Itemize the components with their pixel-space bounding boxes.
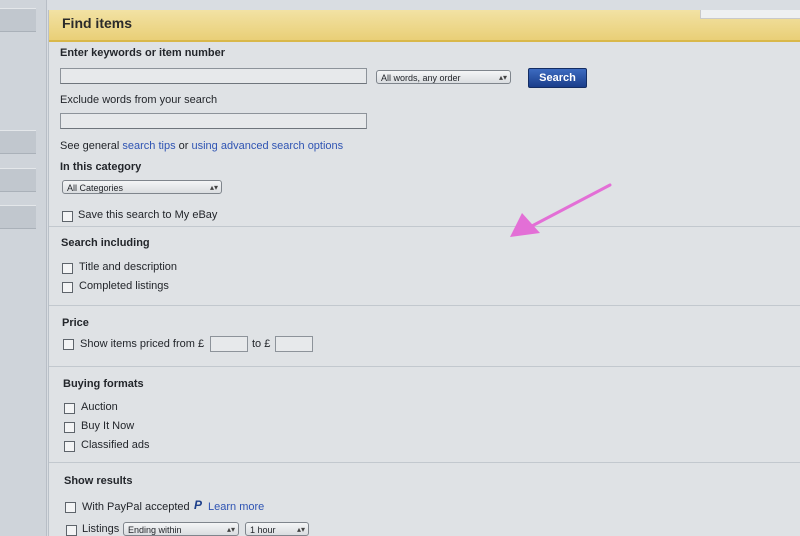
- left-sidebar: [0, 0, 47, 536]
- sidebar-tab[interactable]: [0, 168, 36, 192]
- category-select[interactable]: All Categories ▴▾: [62, 180, 222, 194]
- tips-prefix: See general: [60, 140, 120, 152]
- auction-checkbox[interactable]: [64, 403, 75, 414]
- completed-listings-label: Completed listings: [79, 280, 169, 292]
- show-results-heading: Show results: [64, 475, 133, 487]
- completed-listings-checkbox[interactable]: [62, 282, 73, 293]
- section-divider: [49, 462, 800, 463]
- paypal-checkbox[interactable]: [65, 502, 76, 513]
- search-button[interactable]: Search: [528, 68, 587, 88]
- price-from-input[interactable]: [210, 336, 248, 352]
- advanced-search-link[interactable]: using advanced search options: [192, 140, 344, 152]
- auction-label: Auction: [81, 401, 118, 413]
- sidebar-tab[interactable]: [0, 130, 36, 154]
- exclude-input[interactable]: [60, 113, 367, 129]
- tips-middle: or: [178, 140, 189, 152]
- exclude-label: Exclude words from your search: [60, 94, 218, 106]
- select-arrows-icon: ▴▾: [296, 525, 305, 534]
- listings-checkbox[interactable]: [66, 525, 77, 536]
- price-to-input[interactable]: [275, 336, 313, 352]
- panel-header: Find items: [49, 10, 800, 42]
- sidebar-tab[interactable]: [0, 205, 36, 229]
- keywords-label: Enter keywords or item number: [60, 47, 226, 59]
- price-from-label: Show items priced from £: [80, 338, 205, 350]
- header-corner: [700, 10, 800, 19]
- paypal-icon: P: [194, 498, 203, 512]
- classified-ads-checkbox[interactable]: [64, 441, 75, 452]
- search-including-heading: Search including: [61, 237, 150, 249]
- price-heading: Price: [62, 317, 89, 329]
- section-divider: [49, 366, 800, 367]
- category-label: In this category: [60, 161, 142, 173]
- match-type-select[interactable]: All words, any order ▴▾: [376, 70, 511, 84]
- annotation-arrow-icon: [510, 183, 612, 237]
- buying-formats-heading: Buying formats: [63, 378, 144, 390]
- find-items-panel: Find items Enter keywords or item number…: [48, 10, 800, 536]
- title-description-checkbox[interactable]: [62, 263, 73, 274]
- buy-it-now-label: Buy It Now: [81, 420, 135, 432]
- search-tips-line: See general search tips or using advance…: [60, 140, 343, 152]
- classified-ads-label: Classified ads: [81, 439, 150, 451]
- listings-label: Listings: [82, 523, 120, 535]
- time-select[interactable]: 1 hour ▴▾: [245, 522, 309, 536]
- time-value: 1 hour: [250, 525, 276, 535]
- select-arrows-icon: ▴▾: [498, 73, 507, 82]
- price-checkbox[interactable]: [63, 339, 74, 350]
- sidebar-tab[interactable]: [0, 8, 36, 32]
- select-arrows-icon: ▴▾: [209, 183, 218, 192]
- buy-it-now-checkbox[interactable]: [64, 422, 75, 433]
- section-divider: [49, 226, 800, 227]
- save-search-checkbox[interactable]: [62, 211, 73, 222]
- section-divider: [49, 305, 800, 306]
- category-value: All Categories: [67, 183, 124, 193]
- paypal-label: With PayPal accepted: [82, 501, 190, 513]
- search-tips-link[interactable]: search tips: [122, 140, 175, 152]
- learn-more-link[interactable]: Learn more: [208, 501, 264, 513]
- match-type-value: All words, any order: [381, 73, 461, 83]
- panel-title: Find items: [62, 15, 133, 31]
- keywords-input[interactable]: [60, 68, 367, 84]
- listings-ending-value: Ending within: [128, 525, 182, 535]
- save-search-label: Save this search to My eBay: [78, 209, 218, 221]
- select-arrows-icon: ▴▾: [226, 525, 235, 534]
- price-to-label: to £: [252, 338, 271, 350]
- title-description-label: Title and description: [79, 261, 178, 273]
- listings-ending-select[interactable]: Ending within ▴▾: [123, 522, 239, 536]
